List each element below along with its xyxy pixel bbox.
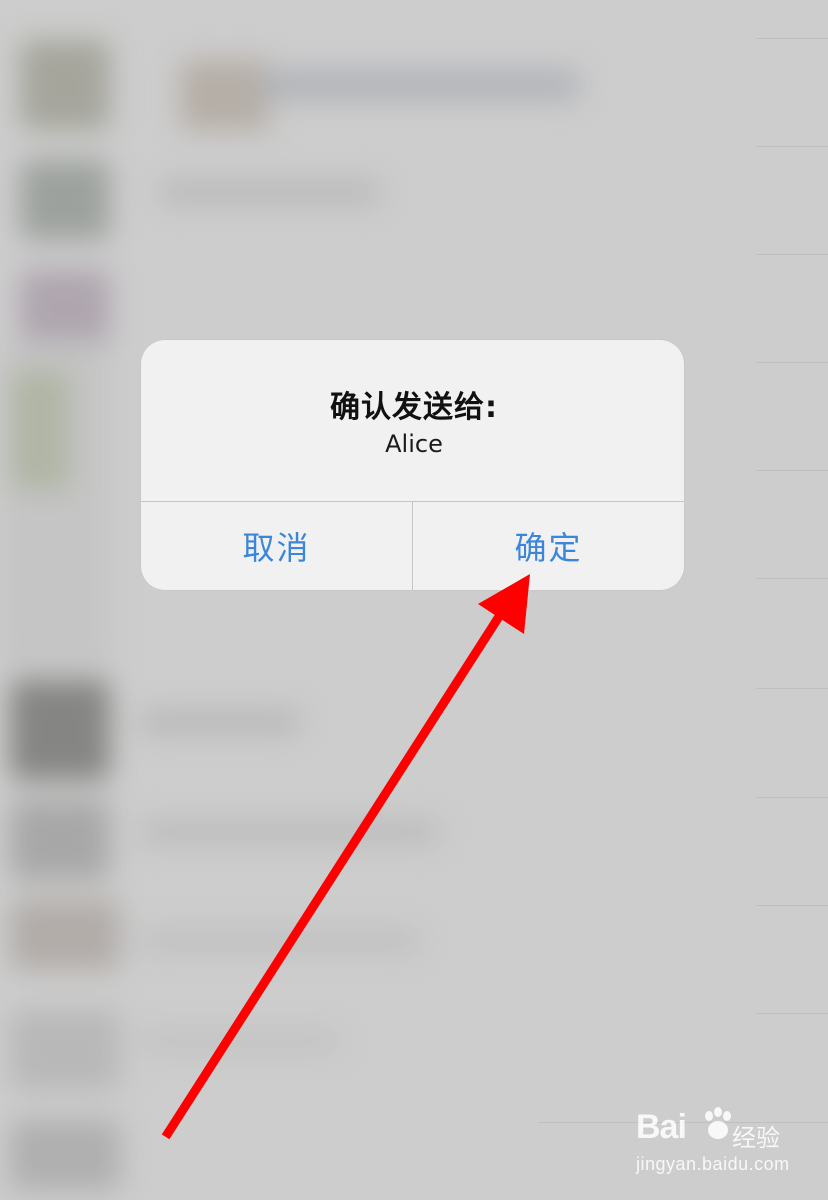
dialog-title: 确认发送给:	[330, 390, 498, 425]
watermark-logo-text: Bai	[636, 1108, 687, 1146]
watermark-brand: 经验	[732, 1124, 780, 1152]
cancel-button[interactable]: 取消	[141, 502, 412, 590]
watermark-url: jingyan.baidu.com	[636, 1154, 790, 1174]
baidu-jingyan-watermark: Bai 经验 jingyan.baidu.com	[636, 1107, 796, 1188]
confirm-send-dialog: 取消 确定	[141, 340, 684, 590]
blurred-background	[0, 0, 828, 1200]
dialog-recipient: Alice	[385, 430, 443, 458]
confirm-button[interactable]: 确定	[413, 502, 684, 590]
